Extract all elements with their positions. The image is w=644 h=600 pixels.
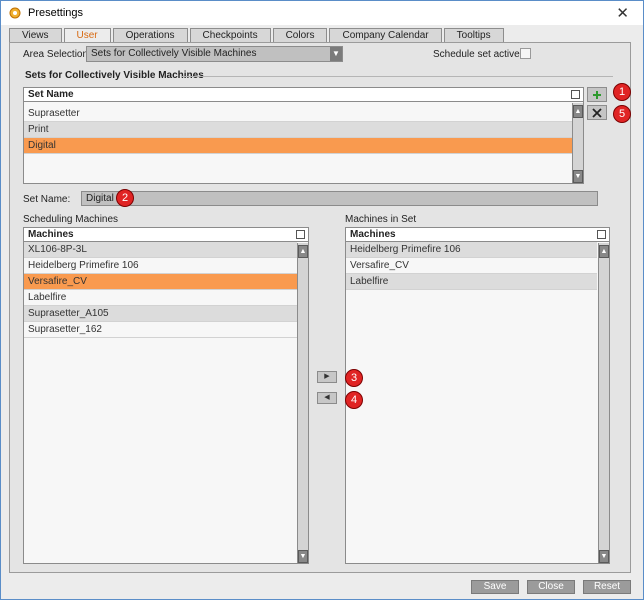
scheduling-machines-title: Scheduling Machines [23,214,119,225]
set-name-field[interactable]: Digital [81,191,598,206]
scroll-down-icon[interactable]: ▼ [599,550,609,563]
column-chooser-icon[interactable] [571,90,580,99]
table-row[interactable]: Heidelberg Primefire 106 [346,242,597,258]
tab-user[interactable]: User [63,28,111,42]
table-row[interactable]: XL106-8P-3L [24,242,297,258]
tab-company-calendar[interactable]: Company Calendar [329,28,442,42]
sets-table-header: Set Name [24,88,583,102]
tab-operations[interactable]: Operations [112,28,188,42]
set-name-column-header: Set Name [28,89,74,100]
callout-badge: 5 [613,105,631,123]
tab-bar: Views User Operations Checkpoints Colors… [9,28,504,42]
delete-set-button[interactable] [587,105,607,120]
machines-in-set-scrollbar[interactable]: ▲ ▼ [598,243,609,563]
table-row[interactable]: Print [24,122,572,138]
callout-badge: 1 [613,83,631,101]
column-chooser-icon[interactable] [597,230,606,239]
scroll-up-icon[interactable]: ▲ [298,245,308,258]
scroll-up-icon[interactable]: ▲ [573,105,583,118]
area-selection-dropdown[interactable]: Sets for Collectively Visible Machines ▼ [86,46,343,62]
section-divider [181,76,613,77]
table-row[interactable]: Suprasetter [24,106,572,122]
scheduling-machines-table: Machines XL106-8P-3L Heidelberg Primefir… [23,227,309,564]
callout-badge: 3 [345,369,363,387]
table-row[interactable]: Labelfire [346,274,597,290]
window-title: Presettings [28,7,84,19]
callout-badge: 4 [345,391,363,409]
machines-column-header: Machines [28,229,74,240]
schedule-set-active-label: Schedule set active: [433,49,523,60]
area-selection-label: Area Selection [23,49,89,60]
app-icon [9,7,21,19]
scroll-down-icon[interactable]: ▼ [573,170,583,183]
table-row[interactable]: Digital [24,138,572,154]
table-row[interactable]: Suprasetter_A105 [24,306,297,322]
close-button[interactable]: Close [527,580,575,594]
tab-checkpoints[interactable]: Checkpoints [189,28,271,42]
tab-views[interactable]: Views [9,28,62,42]
machines-in-set-title: Machines in Set [345,214,417,225]
add-icon [593,90,601,99]
close-icon[interactable]: ✕ [616,4,629,22]
area-selection-value: Sets for Collectively Visible Machines [91,48,257,59]
add-set-button[interactable] [587,87,607,102]
scroll-up-icon[interactable]: ▲ [599,245,609,258]
save-button[interactable]: Save [471,580,519,594]
machines-column-header: Machines [350,229,396,240]
reset-button[interactable]: Reset [583,580,631,594]
schedule-set-active-checkbox[interactable] [520,48,531,59]
title-bar: Presettings ✕ [1,1,643,25]
table-row[interactable]: Heidelberg Primefire 106 [24,258,297,274]
table-row[interactable]: Labelfire [24,290,297,306]
table-row[interactable]: Suprasetter_162 [24,322,297,338]
sets-scrollbar[interactable]: ▲ ▼ [572,103,583,183]
delete-icon [592,107,602,118]
sets-table: Set Name Suprasetter Print Digital ▲ ▼ [23,87,584,184]
sets-section-title: Sets for Collectively Visible Machines [25,70,204,81]
table-row[interactable]: Versafire_CV [24,274,297,290]
machines-in-set-header: Machines [346,228,609,242]
move-left-button[interactable]: ◀ [317,392,337,404]
arrow-right-icon: ▶ [324,373,330,380]
tab-tooltips[interactable]: Tooltips [443,28,504,42]
move-right-button[interactable]: ▶ [317,371,337,383]
presettings-window: Presettings ✕ Views User Operations Chec… [0,0,644,600]
column-chooser-icon[interactable] [296,230,305,239]
arrow-left-icon: ◀ [324,394,330,401]
chevron-down-icon[interactable]: ▼ [330,47,342,61]
scroll-down-icon[interactable]: ▼ [298,550,308,563]
scheduling-machines-header: Machines [24,228,308,242]
set-name-label: Set Name: [23,194,71,205]
tab-colors[interactable]: Colors [272,28,328,42]
scheduling-machines-scrollbar[interactable]: ▲ ▼ [297,243,308,563]
table-row[interactable]: Versafire_CV [346,258,597,274]
machines-in-set-table: Machines Heidelberg Primefire 106 Versaf… [345,227,610,564]
callout-badge: 2 [116,189,134,207]
set-name-value: Digital [86,193,114,204]
